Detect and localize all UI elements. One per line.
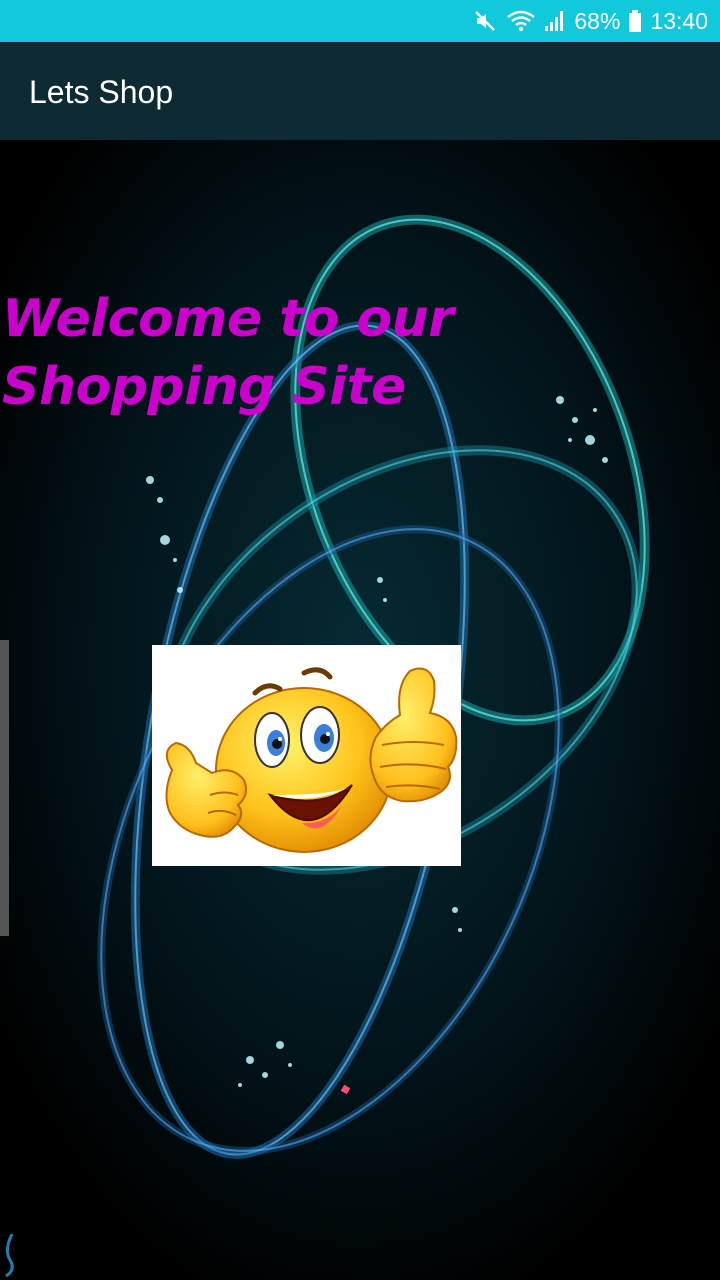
app-bar: Lets Shop bbox=[0, 42, 720, 140]
mute-icon bbox=[472, 8, 498, 34]
app-title: Lets Shop bbox=[29, 74, 174, 110]
signal-icon bbox=[544, 8, 566, 34]
welcome-image bbox=[152, 645, 461, 866]
main-content: Welcome to our Shopping Site bbox=[0, 140, 720, 1280]
side-drawer-handle[interactable] bbox=[0, 640, 9, 936]
clock: 13:40 bbox=[650, 7, 708, 34]
battery-percent: 68% bbox=[574, 7, 621, 34]
status-icons: 68% 13:40 bbox=[472, 0, 708, 42]
status-bar: 68% 13:40 bbox=[0, 0, 720, 42]
battery-icon bbox=[628, 8, 642, 34]
wifi-icon bbox=[506, 8, 536, 34]
corner-decoration-icon bbox=[5, 1233, 14, 1278]
welcome-heading: Welcome to our Shopping Site bbox=[2, 289, 454, 417]
smiley-thumbs-up-icon bbox=[165, 667, 458, 853]
